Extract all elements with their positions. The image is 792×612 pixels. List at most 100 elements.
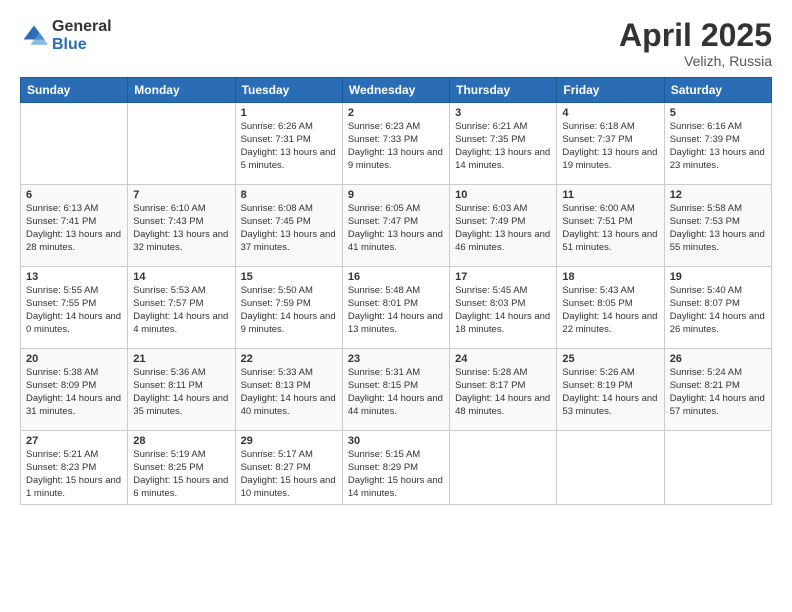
day-info: Sunrise: 5:17 AM Sunset: 8:27 PM Dayligh…: [241, 449, 337, 500]
calendar-cell: [557, 431, 664, 505]
calendar-cell: 3 Sunrise: 6:21 AM Sunset: 7:35 PM Daylig…: [450, 103, 557, 185]
day-info: Sunrise: 5:36 AM Sunset: 8:11 PM Dayligh…: [133, 367, 229, 418]
calendar-cell: 25 Sunrise: 5:26 AM Sunset: 8:19 PM Dayli…: [557, 349, 664, 431]
logo-blue: Blue: [52, 36, 112, 54]
day-number: 29: [241, 435, 337, 447]
day-info: Sunrise: 5:40 AM Sunset: 8:07 PM Dayligh…: [670, 285, 766, 336]
calendar-cell: 9Sunrise: 6:05 AM Sunset: 7:47 PM Daylig…: [342, 185, 449, 267]
day-info: Sunrise: 6:08 AM Sunset: 7:45 PM Dayligh…: [241, 203, 337, 254]
calendar-cell: 16 Sunrise: 5:48 AM Sunset: 8:01 PM Dayli…: [342, 267, 449, 349]
day-number: 13: [26, 271, 122, 283]
calendar-cell: 4Sunrise: 6:18 AM Sunset: 7:37 PM Daylig…: [557, 103, 664, 185]
calendar-cell: 26 Sunrise: 5:24 AM Sunset: 8:21 PM Dayli…: [664, 349, 771, 431]
day-number: 21: [133, 353, 229, 365]
day-info: Sunrise: 6:00 AM Sunset: 7:51 PM Dayligh…: [562, 203, 658, 254]
day-info: Sunrise: 6:18 AM Sunset: 7:37 PM Dayligh…: [562, 121, 658, 172]
weekday-header: Thursday: [450, 78, 557, 103]
calendar-cell: 18Sunrise: 5:43 AM Sunset: 8:05 PM Dayli…: [557, 267, 664, 349]
day-number: 1: [241, 107, 337, 119]
calendar-cell: 17 Sunrise: 5:45 AM Sunset: 8:03 PM Dayli…: [450, 267, 557, 349]
calendar-cell: 21 Sunrise: 5:36 AM Sunset: 8:11 PM Dayli…: [128, 349, 235, 431]
weekday-header: Wednesday: [342, 78, 449, 103]
day-number: 24: [455, 353, 551, 365]
day-number: 7: [133, 189, 229, 201]
day-info: Sunrise: 5:15 AM Sunset: 8:29 PM Dayligh…: [348, 449, 444, 500]
day-info: Sunrise: 6:21 AM Sunset: 7:35 PM Dayligh…: [455, 121, 551, 172]
calendar-cell: 19 Sunrise: 5:40 AM Sunset: 8:07 PM Dayli…: [664, 267, 771, 349]
logo-text: General Blue: [52, 18, 112, 53]
calendar-cell: 10 Sunrise: 6:03 AM Sunset: 7:49 PM Dayli…: [450, 185, 557, 267]
day-info: Sunrise: 5:48 AM Sunset: 8:01 PM Dayligh…: [348, 285, 444, 336]
calendar-body: 1 Sunrise: 6:26 AM Sunset: 7:31 PM Daylig…: [21, 103, 772, 505]
title-block: April 2025 Velizh, Russia: [619, 18, 772, 69]
header: General Blue April 2025 Velizh, Russia: [20, 18, 772, 69]
day-info: Sunrise: 5:24 AM Sunset: 8:21 PM Dayligh…: [670, 367, 766, 418]
day-number: 11: [562, 189, 658, 201]
day-number: 18: [562, 271, 658, 283]
day-number: 26: [670, 353, 766, 365]
day-number: 3: [455, 107, 551, 119]
day-info: Sunrise: 5:50 AM Sunset: 7:59 PM Dayligh…: [241, 285, 337, 336]
day-info: Sunrise: 5:53 AM Sunset: 7:57 PM Dayligh…: [133, 285, 229, 336]
weekday-header: Monday: [128, 78, 235, 103]
day-number: 8: [241, 189, 337, 201]
day-number: 5: [670, 107, 766, 119]
calendar-cell: 20Sunrise: 5:38 AM Sunset: 8:09 PM Dayli…: [21, 349, 128, 431]
day-info: Sunrise: 5:58 AM Sunset: 7:53 PM Dayligh…: [670, 203, 766, 254]
day-info: Sunrise: 5:19 AM Sunset: 8:25 PM Dayligh…: [133, 449, 229, 500]
calendar-header: SundayMondayTuesdayWednesdayThursdayFrid…: [21, 78, 772, 103]
calendar-cell: 15 Sunrise: 5:50 AM Sunset: 7:59 PM Dayli…: [235, 267, 342, 349]
day-number: 10: [455, 189, 551, 201]
calendar-cell: 5 Sunrise: 6:16 AM Sunset: 7:39 PM Daylig…: [664, 103, 771, 185]
day-info: Sunrise: 5:33 AM Sunset: 8:13 PM Dayligh…: [241, 367, 337, 418]
day-info: Sunrise: 6:05 AM Sunset: 7:47 PM Dayligh…: [348, 203, 444, 254]
day-info: Sunrise: 6:23 AM Sunset: 7:33 PM Dayligh…: [348, 121, 444, 172]
calendar-cell: 22Sunrise: 5:33 AM Sunset: 8:13 PM Dayli…: [235, 349, 342, 431]
calendar-cell: 30 Sunrise: 5:15 AM Sunset: 8:29 PM Dayli…: [342, 431, 449, 505]
day-number: 25: [562, 353, 658, 365]
weekday-header: Friday: [557, 78, 664, 103]
logo: General Blue: [20, 18, 112, 53]
day-number: 28: [133, 435, 229, 447]
calendar-cell: [664, 431, 771, 505]
day-info: Sunrise: 6:16 AM Sunset: 7:39 PM Dayligh…: [670, 121, 766, 172]
day-info: Sunrise: 5:45 AM Sunset: 8:03 PM Dayligh…: [455, 285, 551, 336]
day-number: 27: [26, 435, 122, 447]
calendar-week-row: 20Sunrise: 5:38 AM Sunset: 8:09 PM Dayli…: [21, 349, 772, 431]
day-number: 23: [348, 353, 444, 365]
day-info: Sunrise: 6:10 AM Sunset: 7:43 PM Dayligh…: [133, 203, 229, 254]
page: General Blue April 2025 Velizh, Russia S…: [0, 0, 792, 612]
title-location: Velizh, Russia: [619, 53, 772, 69]
day-number: 19: [670, 271, 766, 283]
calendar: SundayMondayTuesdayWednesdayThursdayFrid…: [20, 77, 772, 505]
day-number: 15: [241, 271, 337, 283]
weekday-header: Tuesday: [235, 78, 342, 103]
title-month: April 2025: [619, 18, 772, 53]
calendar-cell: 12 Sunrise: 5:58 AM Sunset: 7:53 PM Dayli…: [664, 185, 771, 267]
day-info: Sunrise: 5:31 AM Sunset: 8:15 PM Dayligh…: [348, 367, 444, 418]
logo-general: General: [52, 18, 112, 36]
day-number: 30: [348, 435, 444, 447]
day-number: 2: [348, 107, 444, 119]
day-number: 16: [348, 271, 444, 283]
calendar-cell: 14 Sunrise: 5:53 AM Sunset: 7:57 PM Dayli…: [128, 267, 235, 349]
day-number: 17: [455, 271, 551, 283]
calendar-cell: 8 Sunrise: 6:08 AM Sunset: 7:45 PM Daylig…: [235, 185, 342, 267]
calendar-week-row: 27 Sunrise: 5:21 AM Sunset: 8:23 PM Dayli…: [21, 431, 772, 505]
day-info: Sunrise: 6:03 AM Sunset: 7:49 PM Dayligh…: [455, 203, 551, 254]
calendar-week-row: 1 Sunrise: 6:26 AM Sunset: 7:31 PM Daylig…: [21, 103, 772, 185]
calendar-cell: 23 Sunrise: 5:31 AM Sunset: 8:15 PM Dayli…: [342, 349, 449, 431]
calendar-cell: 24Sunrise: 5:28 AM Sunset: 8:17 PM Dayli…: [450, 349, 557, 431]
day-info: Sunrise: 5:26 AM Sunset: 8:19 PM Dayligh…: [562, 367, 658, 418]
day-number: 14: [133, 271, 229, 283]
calendar-cell: 27 Sunrise: 5:21 AM Sunset: 8:23 PM Dayli…: [21, 431, 128, 505]
day-info: Sunrise: 5:21 AM Sunset: 8:23 PM Dayligh…: [26, 449, 122, 500]
calendar-week-row: 6Sunrise: 6:13 AM Sunset: 7:41 PM Daylig…: [21, 185, 772, 267]
day-info: Sunrise: 6:13 AM Sunset: 7:41 PM Dayligh…: [26, 203, 122, 254]
day-number: 12: [670, 189, 766, 201]
calendar-cell: 13Sunrise: 5:55 AM Sunset: 7:55 PM Dayli…: [21, 267, 128, 349]
weekday-header: Sunday: [21, 78, 128, 103]
calendar-cell: 29 Sunrise: 5:17 AM Sunset: 8:27 PM Dayli…: [235, 431, 342, 505]
day-info: Sunrise: 6:26 AM Sunset: 7:31 PM Dayligh…: [241, 121, 337, 172]
calendar-cell: [21, 103, 128, 185]
